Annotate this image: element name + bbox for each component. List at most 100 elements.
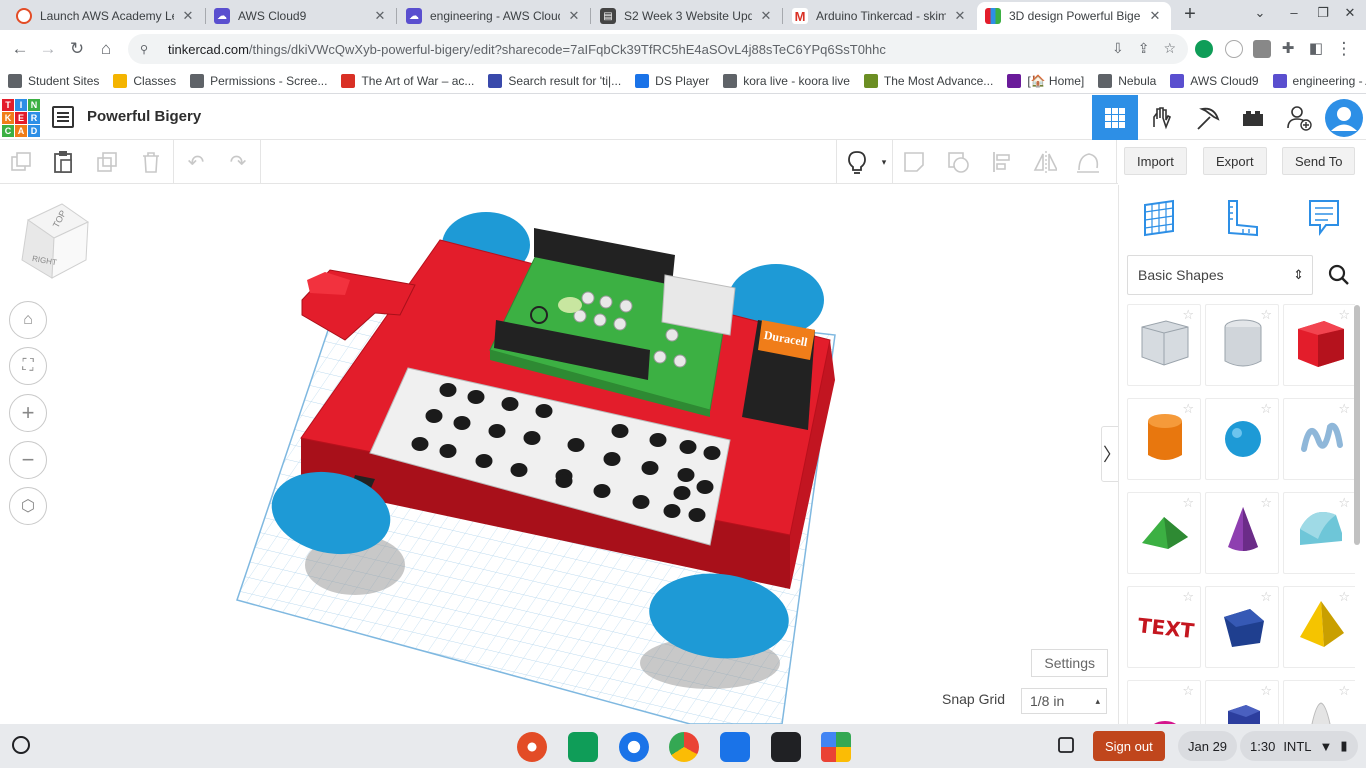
chrome-menu-icon[interactable]: ⋮ — [1333, 38, 1355, 60]
favorite-star-icon[interactable]: ☆ — [1182, 495, 1194, 511]
bookmark-star-icon[interactable]: ☆ — [1163, 40, 1176, 57]
favorite-star-icon[interactable]: ☆ — [1260, 495, 1272, 511]
shape-tile[interactable]: ☆ — [1283, 492, 1355, 574]
favorite-star-icon[interactable]: ☆ — [1338, 307, 1350, 323]
status-tray[interactable]: 1:30 INTL ▼ ▮ — [1240, 731, 1358, 761]
workplane-grid-icon[interactable] — [1139, 197, 1179, 237]
minimize-icon[interactable]: – — [1284, 5, 1304, 20]
tab-search-chevron-icon[interactable]: ⌄ — [1250, 5, 1270, 21]
browser-tab[interactable]: ☁ engineering - AWS Cloud9 ✕ — [398, 2, 590, 30]
3d-workspace-canvas[interactable]: TOP RIGHT ⌂ ⛶ + − ⬡ Duracell Settings Sn… — [0, 185, 1118, 724]
tinkercad-logo[interactable]: T I N K E R C A D — [2, 99, 40, 137]
user-avatar[interactable] — [1322, 95, 1366, 140]
browser-tab[interactable]: ☁ AWS Cloud9 ✕ — [206, 2, 396, 30]
tab-close-icon[interactable]: ✕ — [1147, 8, 1163, 24]
favorite-star-icon[interactable]: ☆ — [1260, 683, 1272, 699]
extensions-puzzle-icon[interactable]: ✚ — [1277, 38, 1299, 60]
reload-icon[interactable]: ↻ — [66, 38, 88, 60]
share-icon[interactable]: ⇪ — [1138, 40, 1150, 57]
grammarly-extension-icon[interactable] — [1195, 40, 1213, 58]
3d-view-grid-icon[interactable] — [1092, 95, 1138, 140]
favorite-star-icon[interactable]: ☆ — [1338, 589, 1350, 605]
design-list-icon[interactable] — [52, 106, 74, 128]
settings-button[interactable]: Settings — [1031, 649, 1108, 677]
bookmark-item[interactable]: Classes — [113, 73, 176, 88]
favorite-star-icon[interactable]: ☆ — [1260, 307, 1272, 323]
date-display[interactable]: Jan 29 — [1178, 731, 1238, 761]
shape-tile[interactable]: ☆ — [1127, 304, 1201, 386]
add-collaborator-icon[interactable] — [1276, 95, 1322, 140]
avatar-extension-icon[interactable] — [1253, 40, 1271, 58]
favorite-star-icon[interactable]: ☆ — [1260, 589, 1272, 605]
launcher-icon[interactable] — [12, 736, 30, 754]
bookmark-item[interactable]: Permissions - Scree... — [190, 73, 327, 88]
back-arrow-icon[interactable]: ← — [9, 38, 31, 60]
delete-trash-icon[interactable] — [139, 150, 163, 174]
shape-tile[interactable]: ☆ — [1127, 398, 1201, 480]
shape-tile[interactable]: ☆ — [1283, 680, 1355, 724]
export-button[interactable]: Export — [1203, 147, 1267, 175]
bookmark-item[interactable]: The Most Advance... — [863, 73, 993, 88]
forward-arrow-icon[interactable]: → — [37, 38, 59, 60]
shape-tile[interactable]: ☆ — [1205, 680, 1279, 724]
align-icon[interactable] — [990, 150, 1014, 174]
favorite-star-icon[interactable]: ☆ — [1338, 401, 1350, 417]
favorite-star-icon[interactable]: ☆ — [1338, 495, 1350, 511]
files-app-icon[interactable] — [720, 732, 750, 762]
heart-extension-icon[interactable] — [1225, 40, 1243, 58]
shape-library-select[interactable]: Basic Shapes — [1127, 255, 1313, 295]
favorite-star-icon[interactable]: ☆ — [1182, 683, 1194, 699]
shape-tile[interactable]: ☆ — [1205, 398, 1279, 480]
bookmark-item[interactable]: engineering - AWS... — [1272, 73, 1366, 88]
copy-icon[interactable] — [9, 150, 33, 174]
import-button[interactable]: Import — [1124, 147, 1187, 175]
bricks-icon[interactable] — [1230, 95, 1276, 140]
shape-tile[interactable]: ☆ — [1127, 680, 1201, 724]
bookmark-item[interactable]: Student Sites — [8, 73, 99, 88]
lightbulb-icon[interactable] — [845, 150, 869, 174]
favorite-star-icon[interactable]: ☆ — [1182, 307, 1194, 323]
browser-tab[interactable]: M Arduino Tinkercad - skim4 ✕ — [784, 2, 976, 30]
send-to-button[interactable]: Send To — [1282, 147, 1356, 175]
mirror-icon[interactable] — [1033, 150, 1057, 174]
side-panel-icon[interactable]: ◧ — [1305, 38, 1327, 60]
shape-tile[interactable]: ☆ — [1205, 304, 1279, 386]
install-icon[interactable]: ⇩ — [1112, 40, 1124, 57]
bookmark-item[interactable]: Nebula — [1098, 73, 1156, 88]
canvas-app-icon[interactable] — [517, 732, 547, 762]
new-tab-button[interactable]: + — [1180, 4, 1200, 24]
tab-close-icon[interactable]: ✕ — [952, 8, 968, 24]
close-window-icon[interactable]: ✕ — [1340, 5, 1360, 21]
shape-tile[interactable]: TEXT ☆ — [1127, 586, 1201, 668]
tab-close-icon[interactable]: ✕ — [180, 8, 196, 24]
snap-grid-select[interactable]: 1/8 in — [1021, 688, 1107, 714]
classroom-app-icon[interactable] — [568, 732, 598, 762]
browser-tab-active[interactable]: 3D design Powerful Bigery | ✕ — [977, 2, 1171, 30]
shapes-scrollbar[interactable] — [1354, 305, 1360, 545]
restore-icon[interactable]: ❐ — [1313, 5, 1333, 21]
camera-app-icon[interactable] — [619, 732, 649, 762]
bookmark-item[interactable]: Search result for 'ti|... — [488, 73, 621, 88]
shape-tile[interactable]: ☆ — [1205, 586, 1279, 668]
shape-tile[interactable]: ☆ — [1283, 586, 1355, 668]
address-bar[interactable]: ⚲ tinkercad.com/things/dkiVWcQwXyb-power… — [128, 34, 1188, 64]
search-icon[interactable] — [1319, 255, 1359, 295]
project-title[interactable]: Powerful Bigery — [87, 108, 201, 125]
sim-lab-hand-icon[interactable] — [1138, 95, 1184, 140]
tote-icon[interactable] — [1056, 735, 1076, 755]
redo-icon[interactable]: ↷ — [226, 150, 250, 174]
play-store-app-icon[interactable] — [821, 732, 851, 762]
favorite-star-icon[interactable]: ☆ — [1260, 401, 1272, 417]
paste-icon[interactable] — [51, 150, 75, 174]
browser-tab[interactable]: Launch AWS Academy Lea ✕ — [8, 2, 204, 30]
browser-tab[interactable]: ▤ S2 Week 3 Website Update ✕ — [592, 2, 782, 30]
duplicate-icon[interactable] — [95, 150, 119, 174]
favorite-star-icon[interactable]: ☆ — [1182, 401, 1194, 417]
tab-close-icon[interactable]: ✕ — [758, 8, 774, 24]
bookmark-item[interactable]: kora live - koora live — [723, 73, 850, 88]
bookmark-item[interactable]: The Art of War – ac... — [341, 73, 474, 88]
shape-tile[interactable]: ☆ — [1283, 398, 1355, 480]
favorite-star-icon[interactable]: ☆ — [1338, 683, 1350, 699]
chrome-app-icon[interactable] — [669, 732, 699, 762]
shape-tile[interactable]: ☆ — [1205, 492, 1279, 574]
